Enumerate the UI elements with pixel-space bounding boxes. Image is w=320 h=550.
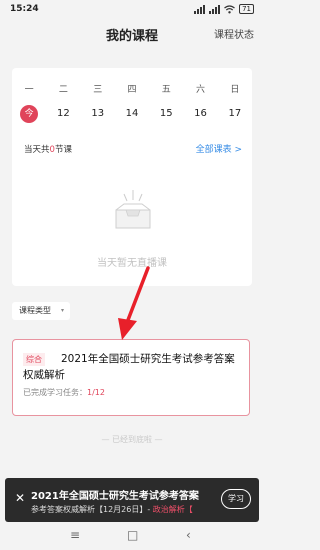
day-summary: 当天共0节课 (24, 143, 72, 155)
status-time: 15:24 (10, 4, 39, 14)
progress-label: 已完成学习任务： (23, 388, 87, 397)
banner-subtitle: 参考答案权威解析【12月26日】- 政治解析【 (31, 504, 207, 515)
banner-subtitle-highlight: 政治解析【 (152, 505, 193, 514)
progress-value: 1/12 (87, 388, 105, 397)
course-type-label: 课程类型 (19, 306, 51, 315)
all-schedule-link[interactable]: 全部课表 > (196, 142, 242, 155)
date-cell[interactable]: 12 (46, 105, 80, 123)
weekday-tue: 二 (58, 85, 68, 95)
signal-icon-2 (209, 4, 221, 14)
weekday-fri: 五 (161, 85, 171, 95)
weekday-thu: 四 (127, 85, 137, 95)
date-cell[interactable]: 15 (149, 105, 183, 123)
banner-title: 2021年全国硕士研究生考试参考答案 (31, 491, 199, 502)
empty-box-icon (115, 190, 151, 229)
battery-icon: 71 (239, 4, 254, 14)
all-schedule-label: 全部课表 (195, 145, 232, 155)
chevron-right-icon: > (234, 145, 242, 155)
date-today[interactable]: 今 (20, 105, 39, 123)
summary-suffix: 节课 (54, 145, 72, 155)
status-bar: 15:24 71 (0, 0, 264, 20)
date-today-cell[interactable]: 今 (12, 105, 46, 123)
end-of-list-text: — 已经到底啦 — (101, 435, 163, 444)
course-type-filter[interactable]: 课程类型 ▾ (12, 302, 70, 320)
signal-icon (194, 4, 206, 14)
summary-prefix: 当天共 (24, 145, 50, 155)
menu-icon[interactable]: ≡ (70, 528, 80, 542)
status-icons: 71 (194, 4, 254, 14)
study-button[interactable]: 学习 (221, 489, 251, 509)
course-card[interactable]: 综合 2021年全国硕士研究生考试参考答案权威解析 已完成学习任务：1/12 (12, 339, 250, 416)
date-cell[interactable]: 16 (183, 105, 217, 123)
date-cell[interactable]: 17 (218, 105, 252, 123)
dropdown-arrow-icon: ▾ (60, 307, 64, 314)
weekday-row: 一 二 三 四 五 六 日 (12, 82, 252, 95)
calendar-card: 一 二 三 四 五 六 日 今 12 13 14 15 16 17 当天共0节课… (12, 68, 252, 286)
wifi-icon (224, 4, 235, 13)
home-icon[interactable]: □ (127, 528, 138, 542)
empty-state-text: 当天暂无直播课 (97, 258, 167, 269)
date-row: 今 12 13 14 15 16 17 (12, 105, 252, 123)
weekday-mon: 一 (24, 85, 34, 95)
course-status-link[interactable]: 课程状态 (214, 26, 254, 41)
course-title: 2021年全国硕士研究生考试参考答案权威解析 (23, 353, 235, 381)
date-cell[interactable]: 13 (81, 105, 115, 123)
course-progress: 已完成学习任务：1/12 (23, 387, 105, 398)
weekday-sun: 日 (230, 85, 240, 95)
live-banner[interactable]: ✕ 2021年全国硕士研究生考试参考答案 参考答案权威解析【12月26日】- 政… (5, 478, 259, 522)
header: 我的课程 课程状态 (0, 20, 264, 48)
back-icon[interactable]: ‹ (186, 528, 191, 542)
banner-subtitle-prefix: 参考答案权威解析【12月26日】- (31, 505, 153, 514)
close-icon[interactable]: ✕ (15, 491, 25, 505)
weekday-sat: 六 (196, 85, 206, 95)
system-nav-bar: ≡ □ ‹ (0, 524, 264, 550)
weekday-wed: 三 (93, 85, 103, 95)
date-cell[interactable]: 14 (115, 105, 149, 123)
